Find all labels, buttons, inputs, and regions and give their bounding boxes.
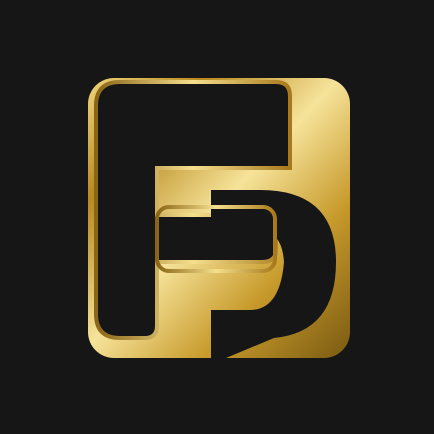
fp-monogram-logo-icon: [88, 78, 350, 358]
app-icon-canvas: [0, 0, 434, 434]
